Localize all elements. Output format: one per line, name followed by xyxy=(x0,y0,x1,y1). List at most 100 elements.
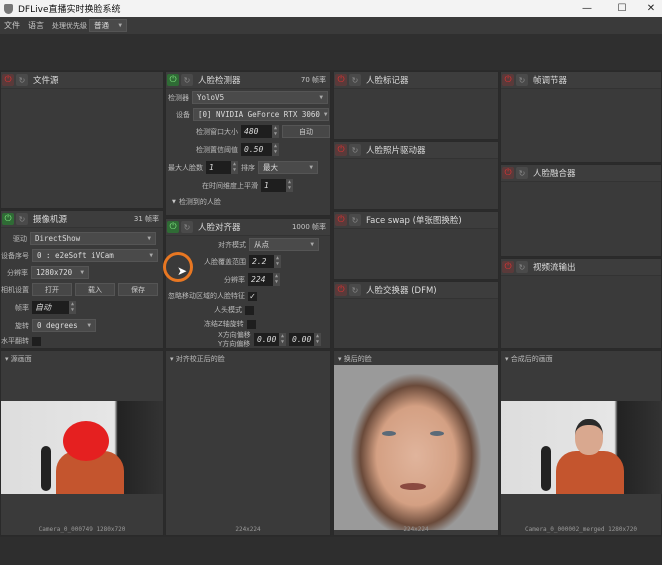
power-icon[interactable]: ⏻ xyxy=(335,74,347,86)
fps-input[interactable]: 自动 ▲ ▼ xyxy=(32,301,76,314)
power-icon[interactable]: ⏻ xyxy=(167,221,179,233)
sort-select[interactable]: 最大 ▼ xyxy=(258,161,318,174)
bottom-area xyxy=(0,537,662,565)
device-value: 0 : e2eSoft iVCam xyxy=(37,251,114,260)
refresh-icon[interactable]: ↻ xyxy=(349,214,361,226)
panel-stream-output: ⏻ ↻ 视频流输出 xyxy=(500,258,662,349)
align-mode-value: 从点 xyxy=(254,240,269,249)
menu-file[interactable]: 文件 xyxy=(4,20,20,31)
coverage-input[interactable]: 2.2 ▲ ▼ xyxy=(249,255,281,268)
refresh-icon[interactable]: ↻ xyxy=(349,74,361,86)
exclude-moving-checkbox[interactable]: ✓ xyxy=(248,291,257,301)
power-icon[interactable]: ⏻ xyxy=(167,74,179,86)
auto-button[interactable]: 自动 xyxy=(282,125,330,138)
priority-value: 普通 xyxy=(94,21,109,30)
priority-select[interactable]: 普通 ▼ xyxy=(89,19,127,32)
detector-label: 检测器 xyxy=(168,93,189,102)
refresh-icon[interactable]: ↻ xyxy=(516,261,528,273)
minimize-button[interactable]: — xyxy=(572,0,602,17)
power-icon[interactable]: ⏻ xyxy=(2,213,14,225)
spinner-icon[interactable]: ▲ ▼ xyxy=(231,161,238,174)
max-faces-input[interactable]: 1 ▲ ▼ xyxy=(206,161,238,174)
load-button[interactable]: 载入 xyxy=(75,283,115,296)
threshold-label: 检测置信阈值 xyxy=(196,145,238,154)
panel-title: 人脸检测器 xyxy=(198,76,241,86)
coverage-value: 2.2 xyxy=(252,257,267,266)
chevron-down-icon: ▼ xyxy=(149,252,153,259)
smooth-label: 在时间维度上平滑 xyxy=(202,181,258,190)
refresh-icon[interactable]: ↻ xyxy=(16,74,28,86)
fps-readout: 31 帧率 xyxy=(133,215,159,223)
device-select[interactable]: [0] NVIDIA GeForce RTX 3060 ▼ xyxy=(193,108,329,121)
spinner-icon[interactable]: ▲ ▼ xyxy=(314,333,321,346)
viewer-header[interactable]: ▾ 合成后的画面 xyxy=(501,351,661,367)
x-offset-value: 0.00 xyxy=(257,335,277,344)
panel-face-marker: ⏻ ↻ 人脸标记器 xyxy=(333,71,499,140)
resolution-select[interactable]: 1280x720 ▼ xyxy=(31,266,89,279)
fps-value: 自动 xyxy=(35,303,51,312)
y-offset-value: 0.00 xyxy=(292,335,312,344)
save-button[interactable]: 保存 xyxy=(118,283,158,296)
panel-face-swapper-dfm: ⏻ ↻ 人脸交换器 (DFM) xyxy=(333,281,499,349)
power-icon[interactable]: ⏻ xyxy=(502,167,514,179)
power-icon[interactable]: ⏻ xyxy=(335,214,347,226)
freeze-z-label: 冻结Z轴旋转 xyxy=(204,320,244,328)
spinner-icon[interactable]: ▲ ▼ xyxy=(279,333,286,346)
viewer-header[interactable]: ▾ 源画面 xyxy=(1,351,163,367)
refresh-icon[interactable]: ↻ xyxy=(516,74,528,86)
menu-language[interactable]: 语言 xyxy=(28,20,44,31)
window-size-input[interactable]: 480 ▲ ▼ xyxy=(241,125,279,138)
head-mode-checkbox[interactable] xyxy=(245,305,254,315)
panel-file-source: ⏻ ↻ 文件源 xyxy=(0,71,164,209)
resolution-input[interactable]: 224 ▲ ▼ xyxy=(248,273,280,286)
threshold-value: 0.50 xyxy=(244,145,264,154)
resolution-value: 1280x720 xyxy=(36,268,73,277)
chevron-down-icon: ▼ xyxy=(310,241,314,248)
power-icon[interactable]: ⏻ xyxy=(502,74,514,86)
refresh-icon[interactable]: ↻ xyxy=(181,74,193,86)
refresh-icon[interactable]: ↻ xyxy=(349,144,361,156)
camera-settings-label: 相机设置 xyxy=(1,285,29,294)
menu-bar: 文件 语言 处理优先级 普通 ▼ xyxy=(0,17,662,34)
threshold-input[interactable]: 0.50 ▲ ▼ xyxy=(241,143,279,156)
driver-select[interactable]: DirectShow ▼ xyxy=(30,232,156,245)
resolution-value: 224 xyxy=(251,275,266,284)
power-icon[interactable]: ⏻ xyxy=(335,144,347,156)
open-button[interactable]: 打开 xyxy=(32,283,72,296)
detected-faces-label[interactable]: 检测到的人脸 xyxy=(179,197,221,207)
power-icon[interactable]: ⏻ xyxy=(2,74,14,86)
spinner-icon[interactable]: ▲ ▼ xyxy=(272,125,279,138)
resolution-label: 分辨率 xyxy=(7,268,28,277)
resolution-label: 分辨率 xyxy=(224,275,245,284)
close-button[interactable]: ✕ xyxy=(636,0,662,17)
viewer-title: 换后的脸 xyxy=(343,355,372,363)
refresh-icon[interactable]: ↻ xyxy=(16,213,28,225)
y-offset-input[interactable]: 0.00 ▲ ▼ xyxy=(289,333,321,346)
title-bar: DFLive直播实时换脸系统 — ☐ ✕ xyxy=(0,0,662,17)
spinner-icon[interactable]: ▲ ▼ xyxy=(69,301,76,314)
spinner-icon[interactable]: ▲ ▼ xyxy=(273,273,280,286)
panel-face-aligner: ⏻ ↻ 人脸对齐器 1000 帧率 对齐模式 从点 ▼ 人脸覆盖范围 2.2 ▲ ▼ 分辨率 22… xyxy=(165,218,331,349)
power-icon[interactable]: ⏻ xyxy=(502,261,514,273)
device-select[interactable]: 0 : e2eSoft iVCam ▼ xyxy=(32,249,158,262)
viewer-header[interactable]: ▾ 对齐校正后的脸 xyxy=(166,351,330,367)
expand-arrow-icon[interactable]: ▼ xyxy=(172,199,176,205)
freeze-z-checkbox[interactable] xyxy=(246,319,256,329)
refresh-icon[interactable]: ↻ xyxy=(516,167,528,179)
x-offset-label: X方向偏移 xyxy=(218,331,251,339)
power-icon[interactable]: ⏻ xyxy=(335,284,347,296)
maximize-button[interactable]: ☐ xyxy=(607,0,637,17)
refresh-icon[interactable]: ↻ xyxy=(349,284,361,296)
spinner-icon[interactable]: ▲ ▼ xyxy=(272,143,279,156)
chevron-down-icon: ▼ xyxy=(87,322,91,329)
x-offset-input[interactable]: 0.00 ▲ ▼ xyxy=(254,333,286,346)
flip-checkbox[interactable] xyxy=(32,336,41,346)
refresh-icon[interactable]: ↻ xyxy=(181,221,193,233)
detector-select[interactable]: YoloV5 ▼ xyxy=(192,91,328,104)
viewer-caption: Camera_0_000002_merged 1280x720 xyxy=(525,526,637,533)
rotate-select[interactable]: 0 degrees ▼ xyxy=(32,319,96,332)
spinner-icon[interactable]: ▲ ▼ xyxy=(286,179,293,192)
spinner-icon[interactable]: ▲ ▼ xyxy=(274,255,281,268)
smooth-input[interactable]: 1 ▲ ▼ xyxy=(261,179,293,192)
align-mode-select[interactable]: 从点 ▼ xyxy=(249,238,319,251)
